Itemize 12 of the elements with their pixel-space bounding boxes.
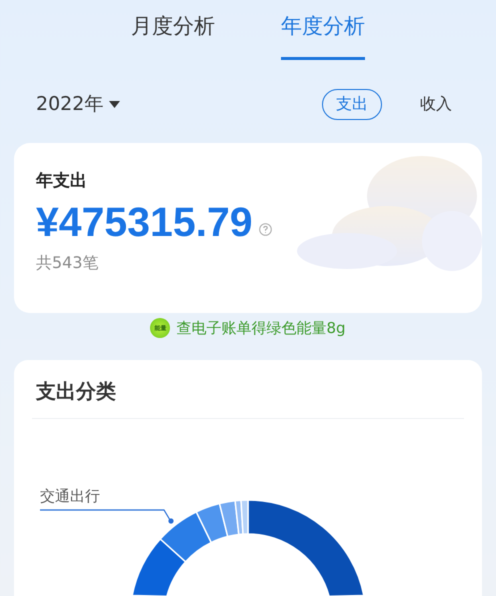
tab[interactable]: 年度分析 — [281, 0, 365, 60]
caret-icon — [109, 100, 120, 108]
tab[interactable]: 月度分析 — [131, 0, 215, 60]
total-amount: ¥475315.79 — [36, 200, 253, 246]
year-picker[interactable]: 2022年 — [36, 91, 120, 117]
transaction-count: 共543笔 — [36, 253, 100, 274]
card-title: 支出分类 — [34, 378, 117, 405]
help-icon[interactable] — [258, 223, 272, 236]
card-title: 年支出 — [36, 170, 88, 192]
toggle-option[interactable]: 收入 — [406, 88, 466, 120]
toggle-option[interactable]: 支出 — [322, 88, 382, 120]
chart-label: 交通出行 — [40, 487, 100, 506]
